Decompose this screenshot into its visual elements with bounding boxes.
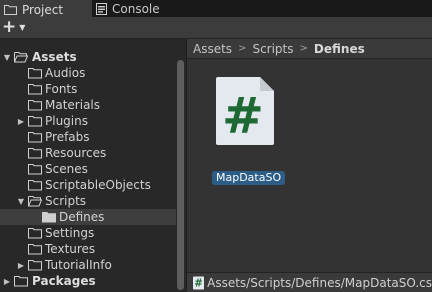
plus-icon: + (2, 17, 17, 37)
tree-scrollbar[interactable] (176, 42, 186, 290)
folder-open-icon (14, 52, 28, 63)
toolbar: + ▼ (0, 17, 432, 39)
tree-item-label: Defines (59, 210, 105, 224)
breadcrumb-scripts[interactable]: Scripts (252, 42, 293, 56)
tree-item-prefabs[interactable]: Prefabs (0, 129, 176, 145)
tree-item-label: Plugins (45, 114, 88, 128)
tree-item-scripts[interactable]: ▼ Scripts (0, 193, 176, 209)
add-asset-button[interactable]: + ▼ (2, 17, 26, 37)
tree-item-plugins[interactable]: ▶ Plugins (0, 113, 176, 129)
folder-icon (28, 228, 42, 239)
tab-project[interactable]: Project (0, 0, 92, 18)
folder-icon (28, 100, 42, 111)
tree-item-tutorialinfo[interactable]: ▶ TutorialInfo (0, 257, 176, 273)
folder-icon (28, 68, 42, 79)
folder-icon (42, 212, 56, 223)
status-bar: # Assets/Scripts/Defines/MapDataSO.cs (187, 272, 432, 292)
hash-glyph: # (222, 87, 264, 145)
tree-item-label: Fonts (45, 82, 78, 96)
breadcrumb-defines[interactable]: Defines (314, 42, 365, 56)
tree-item-settings[interactable]: Settings (0, 225, 176, 241)
tree-item-label: Materials (45, 98, 101, 112)
folder-icon (28, 180, 42, 191)
tab-bar: Project Console (0, 0, 432, 18)
folder-icon (28, 148, 42, 159)
tree-item-defines[interactable]: Defines (0, 209, 176, 225)
console-icon (96, 2, 107, 15)
asset-name-label[interactable]: MapDataSO (212, 171, 286, 185)
tab-console[interactable]: Console (92, 0, 202, 17)
selected-asset-path: Assets/Scripts/Defines/MapDataSO.cs (207, 275, 432, 290)
folder-icon (28, 164, 42, 175)
tree-item-label: Resources (45, 146, 107, 160)
svg-text:#: # (194, 278, 203, 289)
tree-item-label: TutorialInfo (45, 258, 112, 272)
expand-arrow-icon[interactable]: ▶ (16, 113, 26, 129)
breadcrumb-assets[interactable]: Assets (193, 42, 232, 56)
chevron-down-icon: ▼ (19, 22, 26, 32)
folder-icon (28, 132, 42, 143)
tree-item-label: Audios (45, 66, 86, 80)
tree-item-packages[interactable]: ▶ Packages (0, 273, 176, 289)
tree-item-label: Textures (45, 242, 96, 256)
folder-icon (28, 244, 42, 255)
tree-item-audios[interactable]: Audios (0, 65, 176, 81)
tree-item-label: Scripts (45, 194, 87, 208)
tree-item-textures[interactable]: Textures (0, 241, 176, 257)
tree-item-materials[interactable]: Materials (0, 97, 176, 113)
tree-item-label: Prefabs (45, 130, 90, 144)
tree-item-label: ScriptableObjects (45, 178, 151, 192)
scrollbar-thumb[interactable] (177, 60, 184, 290)
project-folder-tree: ▼ Assets Audios Fonts Materials ▶ Plugin… (0, 39, 187, 291)
tree-item-resources[interactable]: Resources (0, 145, 176, 161)
expand-arrow-icon[interactable]: ▶ (16, 257, 26, 273)
expand-arrow-icon[interactable]: ▼ (16, 193, 26, 209)
folder-icon (28, 116, 42, 127)
expand-arrow-icon[interactable]: ▼ (2, 49, 12, 65)
folder-icon (4, 4, 17, 15)
asset-grid: # MapDataSO (187, 59, 432, 272)
tree-item-label: Packages (32, 274, 96, 288)
csharp-file-icon: # (193, 276, 205, 289)
breadcrumb: Assets > Scripts > Defines (187, 39, 432, 59)
tab-project-label: Project (22, 2, 64, 17)
tree-item-label: Assets (32, 50, 77, 64)
breadcrumb-separator: > (238, 43, 247, 54)
folder-open-icon (28, 196, 42, 207)
breadcrumb-separator: > (299, 43, 308, 54)
csharp-script-icon[interactable]: # (214, 75, 276, 147)
tree-item-fonts[interactable]: Fonts (0, 81, 176, 97)
tree-item-scenes[interactable]: Scenes (0, 161, 176, 177)
tree-item-label: Scenes (45, 162, 88, 176)
tree-item-scriptableobjects[interactable]: ScriptableObjects (0, 177, 176, 193)
folder-icon (14, 276, 28, 287)
tree-item-label: Settings (45, 226, 95, 240)
tree-item-assets[interactable]: ▼ Assets (0, 49, 176, 65)
folder-icon (28, 260, 42, 271)
expand-arrow-icon[interactable]: ▶ (2, 273, 12, 289)
tab-console-label: Console (112, 1, 160, 16)
folder-icon (28, 84, 42, 95)
